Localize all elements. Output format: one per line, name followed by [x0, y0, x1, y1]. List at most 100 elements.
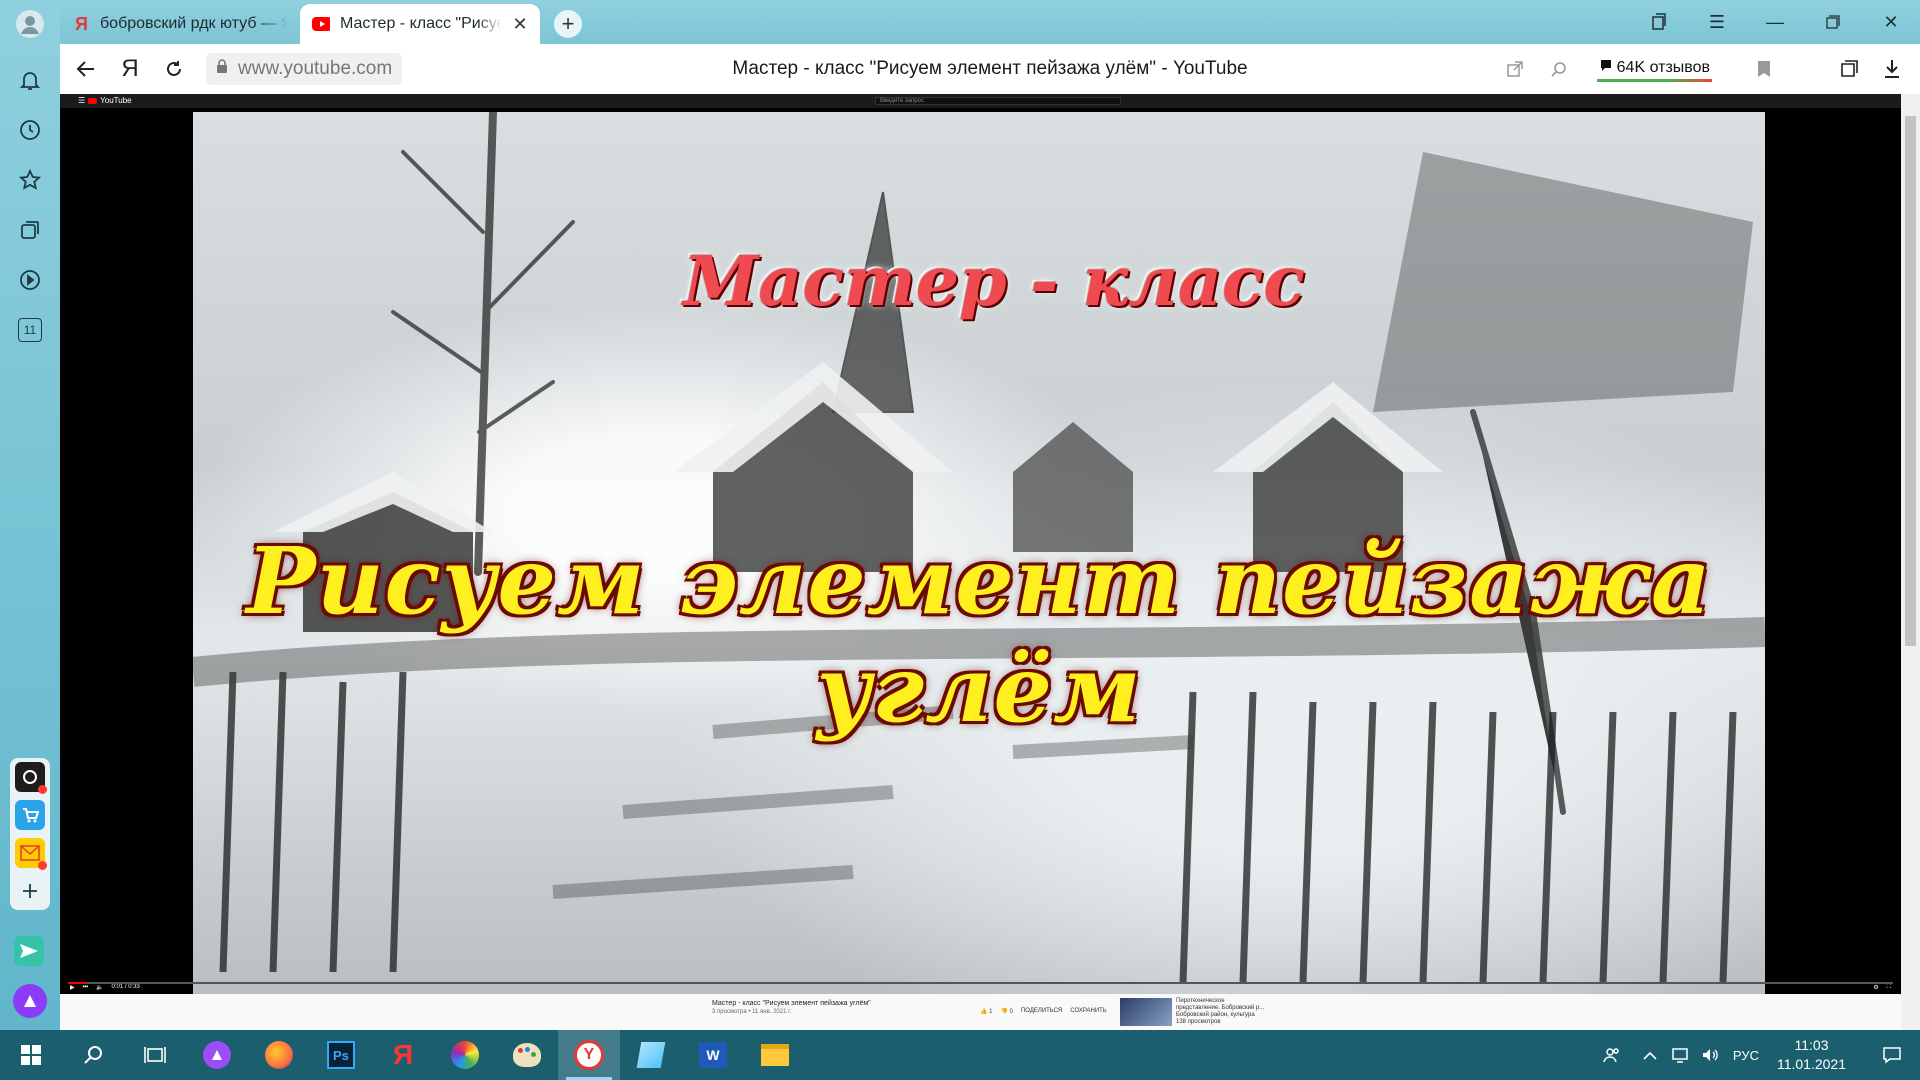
language-indicator[interactable]: РУС [1725, 1048, 1767, 1063]
share-button[interactable]: ПОДЕЛИТЬСЯ [1021, 1008, 1062, 1015]
history-icon[interactable] [12, 112, 48, 148]
chevron-up-icon[interactable] [1635, 1050, 1665, 1060]
window-controls: ☰ — ✕ [1630, 0, 1920, 44]
video-info-title: Мастер - класс "Рисуем элемент пейзажа у… [712, 1000, 871, 1007]
collections-add-icon[interactable] [1826, 47, 1870, 91]
clock-date: 11.01.2021 [1776, 1056, 1846, 1072]
reviews-badge[interactable]: 64K отзывов [1596, 56, 1712, 82]
close-window-button[interactable]: ✕ [1862, 0, 1920, 44]
mail-icon[interactable] [15, 838, 47, 870]
system-tray: РУС 11:03 11.01.2021 [1597, 1030, 1920, 1080]
scrollbar-thumb[interactable] [1905, 116, 1916, 646]
yandex-home-button[interactable]: Я [108, 47, 152, 91]
menu-icon[interactable]: ☰ [1688, 0, 1746, 44]
back-button[interactable] [64, 47, 108, 91]
tabs-count-icon[interactable]: 11 [12, 312, 48, 348]
file-explorer-icon[interactable] [744, 1030, 806, 1080]
notification-center-icon[interactable] [1864, 1046, 1920, 1064]
photoshop-icon[interactable]: Ps [310, 1030, 372, 1080]
bookmark-icon[interactable] [1742, 47, 1786, 91]
alice-assistant-icon[interactable] [13, 984, 47, 1018]
yandex-icon: Я [72, 15, 90, 33]
network-icon[interactable] [1665, 1047, 1695, 1063]
related-video-thumbnail[interactable] [1120, 998, 1172, 1026]
tab-title: Мастер - класс "Рисуем [340, 15, 502, 32]
reload-button[interactable] [152, 47, 196, 91]
tab-title: бобровский рдк ютуб — Я [100, 15, 288, 32]
search-icon[interactable] [62, 1030, 124, 1080]
video-player[interactable]: Мастер - класс Рисуем элемент пейзажа уг… [193, 112, 1765, 994]
color-wheel-icon[interactable] [434, 1030, 496, 1080]
close-tab-icon[interactable]: ✕ [512, 14, 528, 35]
tab-search[interactable]: Я бобровский рдк ютуб — Я [60, 4, 300, 44]
firefox-icon[interactable] [248, 1030, 310, 1080]
yandex-taskbar-icon[interactable]: Я [372, 1030, 434, 1080]
related-video-views: 138 просмотров [1176, 1019, 1221, 1025]
youtube-masthead: ☰ YouTube Введите запрос [60, 94, 1901, 108]
video-info-meta: 3 просмотра • 11 янв. 2021 г. [712, 1009, 792, 1015]
market-cart-icon[interactable] [15, 800, 45, 830]
video-title-line2: Рисуем элемент пейзажа углём [246, 527, 1712, 743]
related-video-title: Пиротехническое представление. Бобровски… [1176, 998, 1265, 1011]
like-count: 1 [989, 1009, 993, 1015]
url-text: www.youtube.com [238, 58, 393, 79]
paint-icon[interactable] [496, 1030, 558, 1080]
people-icon[interactable] [1597, 1046, 1627, 1064]
video-play-icon[interactable] [12, 262, 48, 298]
tabs-count-label: 11 [18, 318, 42, 342]
browser-sidebar: 11 [0, 0, 60, 1030]
next-icon[interactable]: ⏭ [83, 984, 88, 991]
svg-text:Я: Я [75, 15, 88, 33]
page-scrollbar[interactable] [1901, 94, 1920, 1030]
camera-app-icon[interactable] [15, 762, 47, 794]
play-icon[interactable]: ▶ [70, 984, 75, 991]
alice-taskbar-icon[interactable] [186, 1030, 248, 1080]
fullscreen-icon[interactable]: ⛶ [1887, 984, 1891, 991]
progress-fill [68, 982, 87, 984]
time-display: 0:01 / 0:33 [111, 984, 140, 990]
search-page-icon[interactable] [1537, 47, 1581, 91]
save-button[interactable]: СОХРАНИТЬ [1070, 1008, 1106, 1015]
address-field[interactable]: www.youtube.com [206, 53, 403, 85]
sidebar-apps [10, 758, 50, 910]
lock-icon[interactable] [216, 58, 228, 80]
settings-icon[interactable]: ⚙ [1873, 984, 1878, 991]
tab-manager-icon[interactable] [1630, 0, 1688, 44]
dislike-count: 0 [1009, 1009, 1013, 1015]
clock[interactable]: 11:03 11.01.2021 [1767, 1036, 1864, 1074]
downloads-icon[interactable] [1870, 47, 1914, 91]
yandex-browser-icon[interactable]: Y [558, 1030, 620, 1080]
add-app-icon[interactable] [15, 876, 45, 906]
page-content: ☰ YouTube Введите запрос Мастер - класс … [60, 94, 1901, 1030]
notes-app-icon[interactable] [620, 1030, 682, 1080]
minimize-button[interactable]: — [1746, 0, 1804, 44]
player-controls: ▶ ⏭ 🔈 0:01 / 0:33 ⚙ ⛶ [60, 980, 1901, 994]
related-video-info[interactable]: Пиротехническое представление. Бобровски… [1176, 998, 1266, 1026]
youtube-logo-text: YouTube [100, 96, 132, 105]
open-external-icon[interactable] [1493, 47, 1537, 91]
progress-bar[interactable] [68, 982, 1893, 984]
collections-icon[interactable] [12, 212, 48, 248]
video-info-area: Мастер - класс "Рисуем элемент пейзажа у… [60, 994, 1901, 1030]
dislike-button[interactable]: 👎 0 [1000, 1008, 1012, 1015]
speaker-icon[interactable] [1695, 1047, 1725, 1063]
windows-taskbar: Ps Я Y W РУС 11:03 11.01.2021 [0, 1030, 1920, 1080]
start-button[interactable] [0, 1030, 62, 1080]
like-button[interactable]: 👍 1 [980, 1008, 992, 1015]
task-view-icon[interactable] [124, 1030, 186, 1080]
reviews-label: 64K отзывов [1616, 58, 1710, 76]
bookmarks-star-icon[interactable] [12, 162, 48, 198]
new-tab-button[interactable]: + [554, 10, 582, 38]
youtube-logo[interactable]: ☰ YouTube [78, 96, 132, 105]
word-icon[interactable]: W [682, 1030, 744, 1080]
volume-icon[interactable]: 🔈 [96, 984, 103, 991]
toolbar-actions: 64K отзывов [1493, 44, 1920, 94]
notifications-icon[interactable] [12, 62, 48, 98]
clock-time: 11:03 [1794, 1037, 1829, 1053]
send-app-icon[interactable] [14, 936, 44, 966]
restore-button[interactable] [1804, 0, 1862, 44]
related-video-channel: Бобровский район, культура [1176, 1012, 1255, 1018]
youtube-search-input[interactable]: Введите запрос [875, 97, 1121, 105]
tab-youtube[interactable]: Мастер - класс "Рисуем ✕ [300, 4, 540, 44]
profile-icon[interactable] [12, 6, 48, 42]
